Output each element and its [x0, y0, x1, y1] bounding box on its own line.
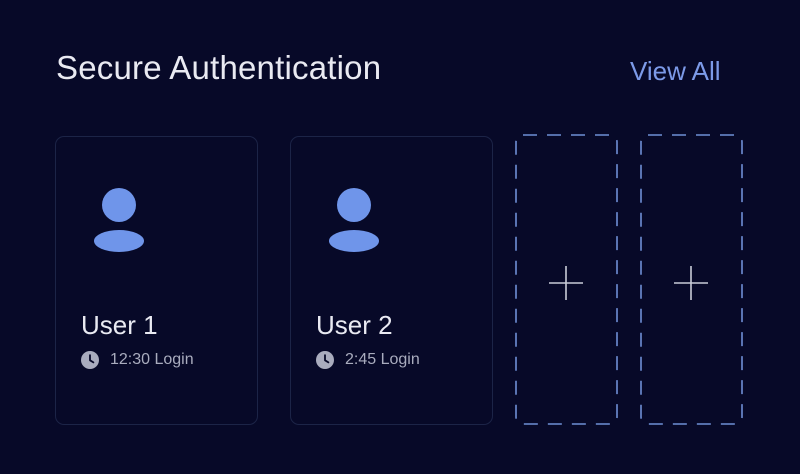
login-info: 2:45 Login — [316, 350, 420, 370]
login-time: 2:45 Login — [345, 351, 420, 368]
login-time: 12:30 Login — [110, 351, 194, 368]
plus-icon — [549, 266, 583, 300]
secure-authentication-panel: Secure Authentication View All User 1 12… — [0, 0, 800, 474]
login-info: 12:30 Login — [81, 350, 194, 370]
page-title: Secure Authentication — [56, 49, 382, 86]
user-card[interactable]: User 2 2:45 Login — [290, 136, 493, 425]
user-icon — [329, 188, 379, 252]
plus-icon — [674, 266, 708, 300]
user-icon — [94, 188, 144, 252]
user-card[interactable]: User 1 12:30 Login — [55, 136, 258, 425]
user-name: User 2 — [316, 310, 393, 340]
user-name: User 1 — [81, 310, 158, 340]
add-user-slot[interactable] — [640, 134, 743, 425]
clock-icon — [81, 351, 99, 369]
add-user-slot[interactable] — [515, 134, 618, 425]
clock-icon — [316, 351, 334, 369]
view-all-link[interactable]: View All — [630, 54, 721, 88]
